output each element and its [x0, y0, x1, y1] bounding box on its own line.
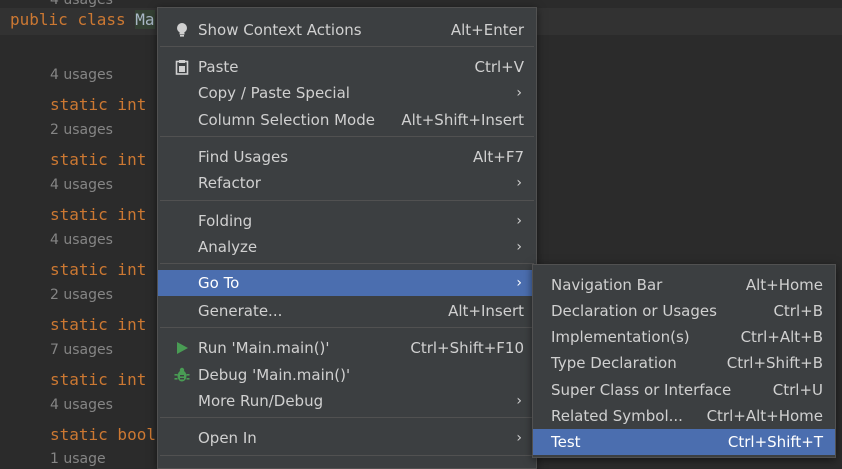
menu-separator	[160, 327, 534, 328]
field-declaration[interactable]: static int	[50, 370, 146, 389]
chevron-right-icon: ›	[516, 175, 522, 191]
bulb-icon	[177, 23, 187, 37]
goto-submenu: Navigation Bar Alt+Home Declaration or U…	[532, 264, 836, 458]
submenu-item-related-symbol[interactable]: Related Symbol... Ctrl+Alt+Home	[533, 403, 835, 429]
menu-separator	[160, 263, 534, 264]
field-declaration[interactable]: static int	[50, 315, 146, 334]
field-declaration[interactable]: static bool	[50, 425, 156, 444]
menu-item-open-in[interactable]: Open In ›	[158, 425, 536, 451]
menu-separator	[160, 455, 534, 456]
chevron-right-icon: ›	[516, 85, 522, 101]
field-declaration[interactable]: static int	[50, 95, 146, 114]
menu-item-column-selection-mode[interactable]: Column Selection Mode Alt+Shift+Insert	[158, 107, 536, 133]
menu-item-paste[interactable]: Paste Ctrl+V	[158, 54, 536, 80]
menu-item-folding[interactable]: Folding ›	[158, 208, 536, 234]
submenu-item-implementations[interactable]: Implementation(s) Ctrl+Alt+B	[533, 324, 835, 350]
run-icon	[177, 342, 188, 354]
usage-hint: 4 usages	[50, 0, 113, 8]
menu-separator	[160, 136, 534, 137]
editor-context-menu: Show Context Actions Alt+Enter Paste Ctr…	[157, 7, 537, 469]
usage-hint[interactable]: 2 usages	[50, 122, 113, 138]
menu-item-run-main[interactable]: Run 'Main.main()' Ctrl+Shift+F10	[158, 335, 536, 361]
chevron-right-icon: ›	[516, 430, 522, 446]
usage-hint[interactable]: 7 usages	[50, 342, 113, 358]
debug-icon	[174, 367, 190, 382]
menu-item-debug-main[interactable]: Debug 'Main.main()'	[158, 362, 536, 388]
chevron-right-icon: ›	[516, 213, 522, 229]
submenu-item-super-class-or-interface[interactable]: Super Class or Interface Ctrl+U	[533, 377, 835, 403]
usage-hint[interactable]: 4 usages	[50, 397, 113, 413]
submenu-item-type-declaration[interactable]: Type Declaration Ctrl+Shift+B	[533, 350, 835, 376]
field-declaration[interactable]: static int	[50, 205, 146, 224]
menu-separator	[160, 200, 534, 201]
menu-item-more-run-debug[interactable]: More Run/Debug ›	[158, 388, 536, 414]
usage-hint[interactable]: 4 usages	[50, 232, 113, 248]
usage-hint[interactable]: 4 usages	[50, 177, 113, 193]
menu-item-analyze[interactable]: Analyze ›	[158, 234, 536, 260]
class-declaration-line[interactable]: public class Ma	[10, 10, 155, 29]
chevron-right-icon: ›	[516, 393, 522, 409]
submenu-item-test[interactable]: Test Ctrl+Shift+T	[533, 429, 835, 455]
usage-hint[interactable]: 4 usages	[50, 67, 113, 83]
chevron-right-icon: ›	[516, 275, 522, 291]
menu-item-show-context-actions[interactable]: Show Context Actions Alt+Enter	[158, 17, 536, 43]
usage-hint[interactable]: 2 usages	[50, 287, 113, 303]
field-declaration[interactable]: static int	[50, 150, 146, 169]
menu-item-copy-paste-special[interactable]: Copy / Paste Special ›	[158, 80, 536, 106]
menu-separator	[160, 417, 534, 418]
menu-item-generate[interactable]: Generate... Alt+Insert	[158, 298, 536, 324]
menu-item-go-to[interactable]: Go To ›	[158, 270, 536, 296]
submenu-item-declaration-or-usages[interactable]: Declaration or Usages Ctrl+B	[533, 298, 835, 324]
class-name[interactable]: Ma	[135, 10, 155, 29]
field-declaration[interactable]: static int	[50, 260, 146, 279]
menu-item-refactor[interactable]: Refactor ›	[158, 170, 536, 196]
submenu-item-navigation-bar[interactable]: Navigation Bar Alt+Home	[533, 272, 835, 298]
clipboard-icon	[175, 60, 189, 75]
chevron-right-icon: ›	[516, 239, 522, 255]
menu-separator	[160, 46, 534, 47]
menu-item-find-usages[interactable]: Find Usages Alt+F7	[158, 144, 536, 170]
